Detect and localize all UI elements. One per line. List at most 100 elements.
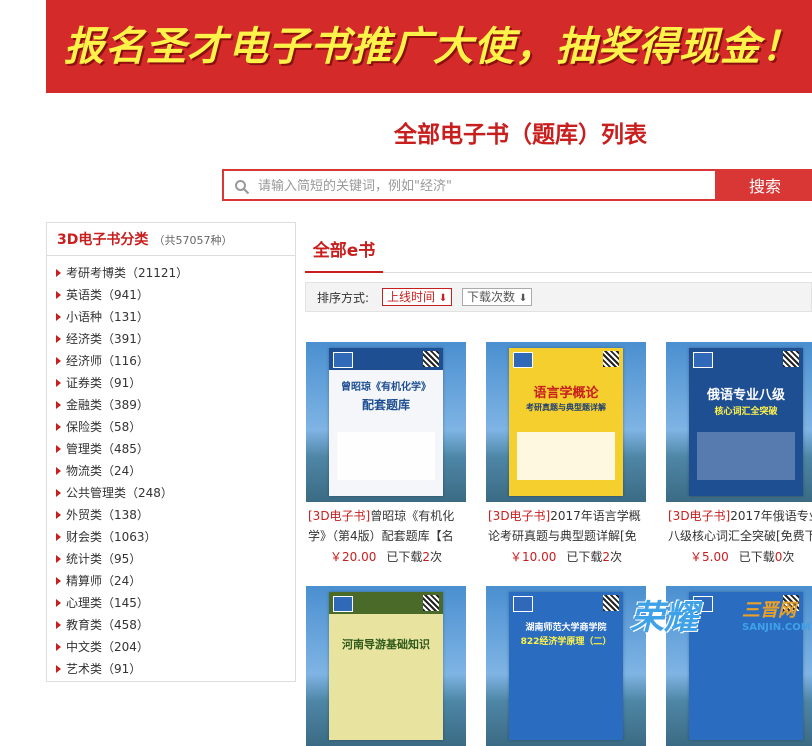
category-item[interactable]: 物流类（24）	[47, 460, 295, 482]
category-item[interactable]: 公共管理类（248）	[47, 482, 295, 504]
arrow-down-icon: ⬇	[438, 293, 448, 304]
search-box	[222, 169, 717, 201]
sidebar-header: 3D电子书分类 （共57057种）	[47, 223, 295, 256]
cover-title: 曾昭琼《有机化学》	[341, 382, 431, 393]
book-cover[interactable]: 湖南师范大学商学院 822经济学原理（二）	[486, 586, 646, 746]
download-number: 2	[602, 550, 611, 564]
sort-by-online-time-button[interactable]: 上线时间 ⬇	[382, 288, 452, 306]
book-tag: [3D电子书]	[668, 509, 731, 523]
book-price: ￥20.00	[330, 550, 377, 564]
category-item[interactable]: 中文类（204）	[47, 636, 295, 658]
download-count: 已下载0次	[739, 550, 795, 564]
category-label: 证券类（91）	[66, 376, 142, 390]
category-label: 精算师（24）	[66, 574, 142, 588]
sidebar-title: 3D电子书分类	[57, 232, 149, 248]
download-suffix: 次	[782, 550, 795, 564]
book-title-link[interactable]: [3D电子书]2017年俄语专业八级核心词汇全突破[免费下	[668, 506, 812, 546]
arrow-right-icon	[56, 643, 61, 651]
arrow-down-icon: ⬇	[518, 293, 528, 304]
cover-box	[697, 432, 795, 480]
book-cover[interactable]: 俄语专业八级 核心词汇全突破	[666, 342, 812, 502]
qr-code-icon	[783, 351, 799, 367]
cover-subtitle: 822经济学原理（二）	[520, 637, 612, 647]
category-list: 考研考博类（21121） 英语类（941） 小语种（131） 经济类（391） …	[47, 256, 295, 680]
download-suffix: 次	[610, 550, 623, 564]
category-item[interactable]: 经济师（116）	[47, 350, 295, 372]
category-item[interactable]: 管理类（485）	[47, 438, 295, 460]
category-item[interactable]: 证券类（91）	[47, 372, 295, 394]
category-item[interactable]: 财会类（1063）	[47, 526, 295, 548]
download-prefix: 已下载	[738, 550, 775, 564]
cover-title: 湖南师范大学商学院	[525, 623, 607, 633]
book-cover[interactable]: 曾昭琼《有机化学》 配套题库	[306, 342, 466, 502]
category-item[interactable]: 教育类（458）	[47, 614, 295, 636]
arrow-right-icon	[56, 665, 61, 673]
arrow-right-icon	[56, 467, 61, 475]
arrow-right-icon	[56, 533, 61, 541]
category-label: 管理类（485）	[66, 442, 149, 456]
category-label: 中文类（204）	[66, 640, 149, 654]
logo-icon	[333, 596, 353, 612]
logo-icon	[693, 352, 713, 368]
download-suffix: 次	[430, 550, 443, 564]
arrow-right-icon	[56, 555, 61, 563]
category-label: 物流类（24）	[66, 464, 142, 478]
watermark-url: SANJIN.COM	[742, 622, 811, 633]
category-label: 金融类（389）	[66, 398, 149, 412]
category-item[interactable]: 英语类（941）	[47, 284, 295, 306]
cover-card: 河南导游基础知识	[329, 592, 443, 740]
book-cover[interactable]: 河南导游基础知识	[306, 586, 466, 746]
arrow-right-icon	[56, 599, 61, 607]
search-button[interactable]: 搜索	[717, 169, 812, 201]
arrow-right-icon	[56, 621, 61, 629]
category-item[interactable]: 艺术类（91）	[47, 658, 295, 680]
search-input[interactable]	[256, 175, 710, 197]
category-label: 心理类（145）	[66, 596, 149, 610]
category-item[interactable]: 精算师（24）	[47, 570, 295, 592]
tab-bar: 全部e书	[305, 232, 812, 273]
book-cover[interactable]: 语言学概论 考研真题与典型题详解	[486, 342, 646, 502]
arrow-right-icon	[56, 313, 61, 321]
cover-box	[337, 432, 435, 480]
category-label: 英语类（941）	[66, 288, 149, 302]
category-label: 教育类（458）	[66, 618, 149, 632]
category-label: 小语种（131）	[66, 310, 149, 324]
banner-text: 报名圣才电子书推广大使，抽奖得现金！	[64, 24, 802, 70]
arrow-right-icon	[56, 335, 61, 343]
watermark-side: 三晋网	[742, 600, 796, 621]
category-item[interactable]: 金融类（389）	[47, 394, 295, 416]
category-item[interactable]: 小语种（131）	[47, 306, 295, 328]
book-meta: ￥5.00 已下载0次	[690, 548, 794, 565]
download-prefix: 已下载	[386, 550, 423, 564]
download-count: 已下载2次	[566, 550, 622, 564]
category-label: 财会类（1063）	[66, 530, 157, 544]
book-title-link[interactable]: [3D电子书]曾昭琼《有机化学》（第4版）配套题库【名	[308, 506, 468, 546]
arrow-right-icon	[56, 489, 61, 497]
cover-card: 俄语专业八级 核心词汇全突破	[689, 348, 803, 496]
category-item[interactable]: 经济类（391）	[47, 328, 295, 350]
arrow-right-icon	[56, 423, 61, 431]
category-item[interactable]: 保险类（58）	[47, 416, 295, 438]
category-item[interactable]: 考研考博类（21121）	[47, 262, 295, 284]
qr-code-icon	[603, 595, 619, 611]
category-label: 经济类（391）	[66, 332, 149, 346]
cover-title: 俄语专业八级	[706, 388, 785, 403]
download-number: 2	[422, 550, 431, 564]
download-prefix: 已下载	[566, 550, 603, 564]
download-count: 已下载2次	[386, 550, 442, 564]
tab-all-ebooks[interactable]: 全部e书	[305, 232, 383, 273]
book-meta: ￥10.00 已下载2次	[510, 548, 622, 565]
book-price: ￥10.00	[510, 550, 557, 564]
book-title-link[interactable]: [3D电子书]2017年语言学概论考研真题与典型题详解[免费	[488, 506, 648, 546]
category-label: 艺术类（91）	[66, 662, 142, 676]
qr-code-icon	[603, 351, 619, 367]
category-item[interactable]: 心理类（145）	[47, 592, 295, 614]
category-item[interactable]: 统计类（95）	[47, 548, 295, 570]
arrow-right-icon	[56, 401, 61, 409]
category-item[interactable]: 外贸类（138）	[47, 504, 295, 526]
sort-by-downloads-button[interactable]: 下载次数 ⬇	[462, 288, 532, 306]
book-tag: [3D电子书]	[488, 509, 551, 523]
qr-code-icon	[423, 595, 439, 611]
promo-banner[interactable]: 报名圣才电子书推广大使，抽奖得现金！	[46, 0, 812, 93]
sort-label: 排序方式:	[317, 291, 370, 305]
